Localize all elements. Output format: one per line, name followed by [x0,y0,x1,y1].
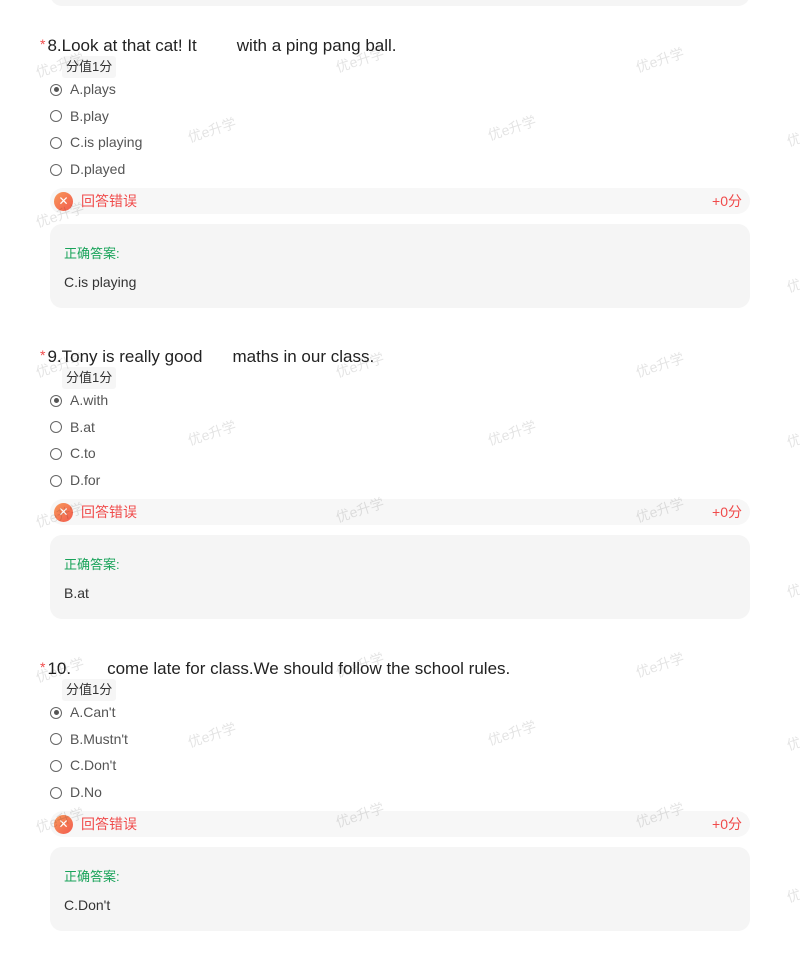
question-text-after: with a ping pang ball. [236,36,397,55]
options-list: A.Can't B.Mustn't C.Don't D.No [50,699,128,806]
result-text: 回答错误 [81,816,137,832]
required-star: * [40,347,46,363]
correct-answer-value: C.is playing [64,274,137,290]
option-label: C.is playing [70,134,143,151]
option-b[interactable]: B.at [50,414,108,441]
question-title: * 10. come late for class.We should follow… [40,655,510,679]
radio-icon[interactable] [50,110,62,123]
option-c[interactable]: C.Don't [50,752,128,779]
score-change: +0分 [712,504,742,520]
question-text-after: come late for class.We should follow the… [107,659,511,678]
wrong-icon: ✕ [54,502,73,522]
option-d[interactable]: D.played [50,156,142,183]
required-star: * [40,659,46,675]
correct-answer-label: 正确答案: [64,557,120,572]
result-bar: ✕ 回答错误 +0分 [50,811,750,837]
option-a[interactable]: A.plays [50,76,142,103]
option-label: D.No [70,784,102,801]
option-label: C.Don't [70,757,117,774]
question-number: 8. [47,36,62,55]
correct-answer-label: 正确答案: [64,869,120,884]
question-text-after: maths in our class. [232,347,375,366]
correct-answer-box: 正确答案: C.is playing [50,224,750,308]
option-d[interactable]: D.No [50,779,128,806]
correct-answer-box: 正确答案: B.at [50,535,750,619]
option-d[interactable]: D.for [50,467,108,494]
option-label: A.Can't [70,704,116,720]
radio-icon[interactable] [50,759,62,772]
radio-icon[interactable] [50,447,62,460]
radio-checked-icon[interactable] [50,394,62,407]
radio-icon[interactable] [50,733,62,746]
question-number: 9. [47,347,62,366]
radio-icon[interactable] [50,136,62,149]
option-label: D.played [70,161,126,178]
question-8: * 8.Look at that cat! It with a ping pang … [0,32,800,332]
correct-answer-box: 正确答案: C.Don't [50,847,750,931]
result-bar: ✕ 回答错误 +0分 [50,499,750,525]
option-c[interactable]: C.to [50,440,108,467]
option-label: C.to [70,445,96,462]
radio-icon[interactable] [50,163,62,176]
correct-answer-value: B.at [64,585,89,601]
score-tag: 分值1分 [62,56,117,78]
option-label: A.plays [70,81,116,97]
option-label: B.play [70,107,109,124]
option-a[interactable]: A.Can't [50,699,128,726]
radio-icon[interactable] [50,474,62,487]
question-text-before: Tony is really good [61,347,203,366]
option-label: D.for [70,472,101,489]
radio-icon[interactable] [50,421,62,434]
option-label: B.at [70,418,95,435]
wrong-icon: ✕ [54,814,73,834]
question-title: * 8.Look at that cat! It with a ping pang … [40,32,397,56]
option-c[interactable]: C.is playing [50,129,142,156]
result-text: 回答错误 [81,504,137,520]
result-bar: ✕ 回答错误 +0分 [50,188,750,214]
option-b[interactable]: B.play [50,103,142,130]
radio-icon[interactable] [50,786,62,799]
correct-answer-label: 正确答案: [64,246,120,261]
option-a[interactable]: A.with [50,387,108,414]
question-10: * 10. come late for class.We should follow… [0,655,800,955]
radio-checked-icon[interactable] [50,706,62,719]
option-label: B.Mustn't [70,730,128,747]
option-b[interactable]: B.Mustn't [50,726,128,753]
score-change: +0分 [712,193,742,209]
previous-answer-card [50,0,750,6]
result-text: 回答错误 [81,193,137,209]
question-title: * 9.Tony is really good maths in our class… [40,343,374,367]
required-star: * [40,36,46,52]
score-tag: 分值1分 [62,679,117,701]
option-label: A.with [70,392,109,408]
score-tag: 分值1分 [62,367,117,389]
correct-answer-value: C.Don't [64,897,111,913]
question-9: * 9.Tony is really good maths in our class… [0,343,800,643]
question-text-before: Look at that cat! It [61,36,197,55]
score-change: +0分 [712,816,742,832]
options-list: A.with B.at C.to D.for [50,387,108,494]
options-list: A.plays B.play C.is playing D.played [50,76,142,183]
radio-checked-icon[interactable] [50,83,62,96]
wrong-icon: ✕ [54,191,73,211]
question-number: 10. [47,659,72,678]
